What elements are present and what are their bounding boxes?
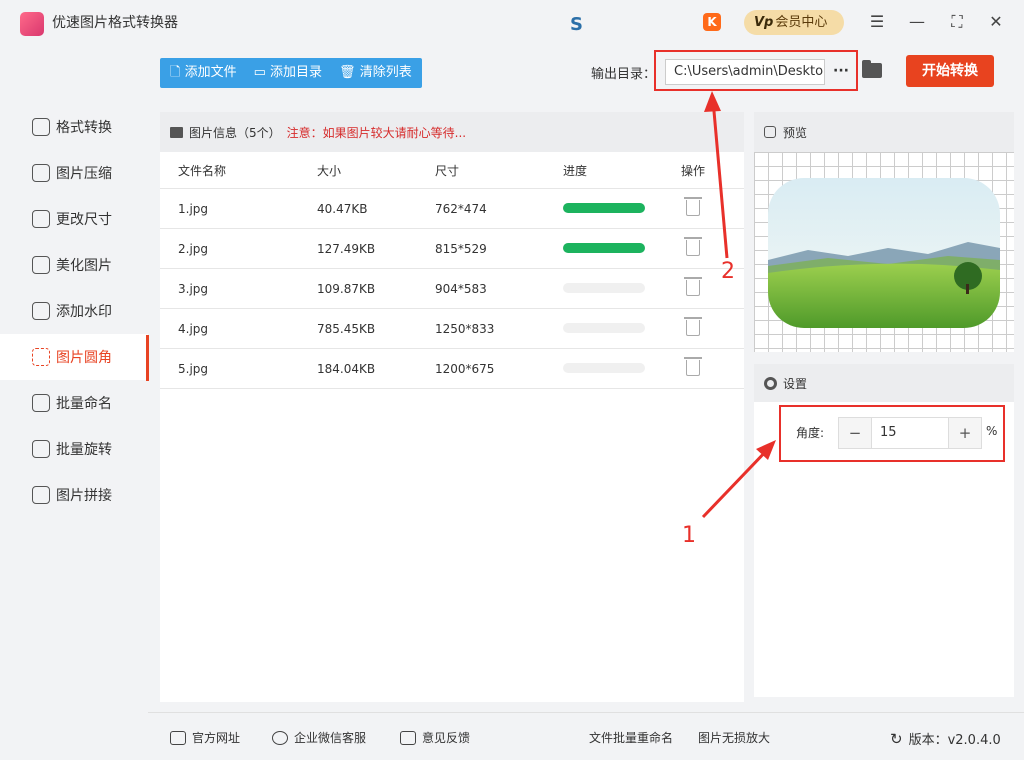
feedback-link[interactable]: 意见反馈	[400, 729, 470, 746]
wechat-icon	[272, 730, 288, 745]
version-info[interactable]: ↻ 版本：v2.0.4.0	[890, 729, 1001, 749]
batch-rename-link[interactable]: 文件批量重命名	[589, 729, 673, 746]
footer-bar: 官方网址 企业微信客服 意见反馈 文件批量重命名 图片无损放大 ↻ 版本：v2.0…	[148, 712, 1024, 760]
annotation-number-1: 1	[682, 523, 696, 548]
website-icon	[170, 730, 186, 745]
annotation-number-2: 2	[721, 259, 735, 284]
annotation-arrow-1	[701, 440, 776, 519]
refresh-icon: ↻	[890, 729, 903, 748]
annotation-arrow-2	[704, 91, 729, 259]
annotation-arrows	[701, 91, 776, 519]
official-site-link[interactable]: 官方网址	[170, 729, 240, 746]
feedback-icon	[400, 730, 416, 745]
wechat-service-link[interactable]: 企业微信客服	[272, 729, 366, 746]
lossless-enlarge-link[interactable]: 图片无损放大	[698, 729, 770, 746]
